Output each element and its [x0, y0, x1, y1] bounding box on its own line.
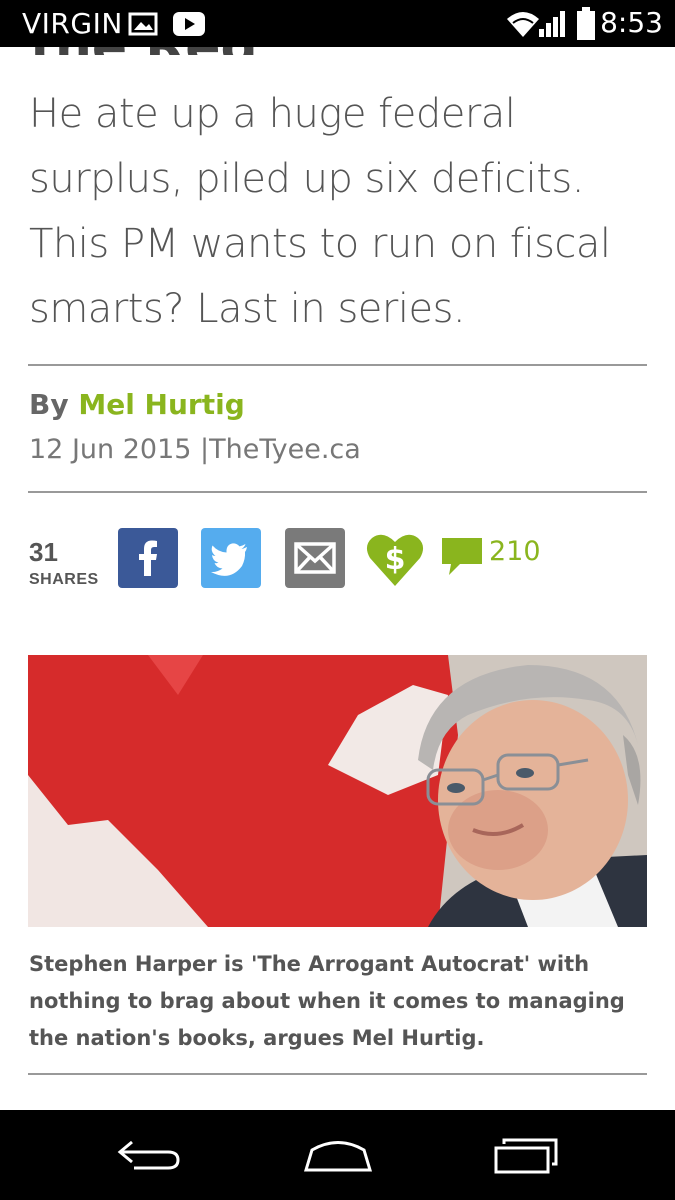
signal-icon — [539, 11, 565, 37]
article-photo — [28, 655, 647, 927]
dateline: 12 Jun 2015 |TheTyee.ca — [29, 434, 361, 465]
byline: By Mel Hurtig — [29, 388, 245, 421]
recents-icon[interactable] — [488, 1130, 568, 1180]
author-link[interactable]: Mel Hurtig — [78, 388, 244, 421]
svg-text:$: $ — [385, 542, 406, 577]
twitter-share-button[interactable] — [201, 528, 261, 588]
twitter-icon — [211, 543, 247, 576]
article-title-clipped: the Red — [30, 47, 390, 55]
divider — [28, 1073, 647, 1075]
facebook-icon — [139, 540, 157, 576]
picture-icon — [128, 12, 158, 36]
divider — [28, 491, 647, 493]
carrier-name: VIRGIN — [22, 7, 123, 40]
photo-caption: Stephen Harper is 'The Arrogant Autocrat… — [29, 952, 625, 1050]
share-count-label: SHARES — [29, 571, 99, 588]
clock: 8:53 — [600, 6, 663, 39]
status-bar: VIRGIN 8:53 — [0, 0, 675, 47]
publish-date: 12 Jun 2015 — [29, 434, 192, 465]
youtube-icon — [173, 12, 205, 36]
dateline-separator: | — [200, 434, 210, 465]
source-name: TheTyee.ca — [209, 434, 361, 465]
donate-heart-icon[interactable]: $ — [366, 528, 424, 588]
email-share-button[interactable] — [285, 528, 345, 588]
share-count: 31 — [29, 537, 58, 567]
home-icon[interactable] — [298, 1130, 378, 1180]
comment-icon[interactable] — [440, 536, 484, 576]
email-icon — [294, 542, 336, 574]
divider — [28, 364, 647, 366]
article-title: the Red — [30, 47, 258, 55]
byline-prefix: By — [29, 388, 69, 421]
back-icon[interactable] — [110, 1130, 190, 1180]
wifi-icon — [507, 12, 539, 37]
facebook-share-button[interactable] — [118, 528, 178, 588]
comment-count[interactable]: 210 — [489, 536, 541, 567]
article-deck: He ate up a huge federal surplus, piled … — [29, 91, 611, 332]
battery-icon — [577, 7, 595, 40]
